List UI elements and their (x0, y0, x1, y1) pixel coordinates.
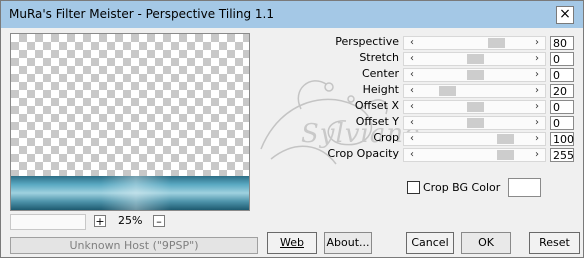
zoom-track[interactable] (10, 214, 86, 230)
slider-thumb[interactable] (497, 150, 514, 160)
crop-opacity-slider[interactable]: ‹ › (403, 148, 546, 162)
slider-left-arrow-icon[interactable]: ‹ (410, 37, 414, 49)
center-label: Center (361, 67, 399, 80)
crop-slider[interactable]: ‹ › (403, 132, 546, 146)
stretch-value-field[interactable]: 0 (550, 52, 574, 66)
perspective-slider[interactable]: ‹ › (403, 36, 546, 50)
center-value-field[interactable]: 0 (550, 68, 574, 82)
slider-thumb[interactable] (467, 54, 484, 64)
reset-button[interactable]: Reset (529, 232, 580, 254)
crop-label: Crop (373, 131, 399, 144)
slider-left-arrow-icon[interactable]: ‹ (410, 149, 414, 161)
slider-left-arrow-icon[interactable]: ‹ (410, 101, 414, 113)
zoom-level: 25% (118, 214, 143, 227)
slider-thumb[interactable] (488, 38, 505, 48)
offset-x-label: Offset X (354, 99, 399, 112)
host-status: Unknown Host ("9PSP") (10, 237, 258, 254)
offset-y-slider[interactable]: ‹ › (403, 116, 546, 130)
zoom-in-button[interactable]: + (94, 215, 106, 227)
crop-opacity-value-field[interactable]: 255 (550, 148, 574, 162)
tiled-preview-image (11, 176, 249, 210)
slider-thumb[interactable] (467, 70, 484, 80)
slider-right-arrow-icon[interactable]: › (535, 133, 539, 145)
plugin-window: MuRa's Filter Meister - Perspective Tili… (0, 0, 584, 258)
slider-left-arrow-icon[interactable]: ‹ (410, 85, 414, 97)
stretch-slider[interactable]: ‹ › (403, 52, 546, 66)
height-value-field[interactable]: 20 (550, 84, 574, 98)
ok-button[interactable]: OK (461, 232, 511, 254)
offset-y-value-field[interactable]: 0 (550, 116, 574, 130)
about-button[interactable]: About... (324, 232, 372, 254)
slider-right-arrow-icon[interactable]: › (535, 69, 539, 81)
slider-right-arrow-icon[interactable]: › (535, 101, 539, 113)
slider-right-arrow-icon[interactable]: › (535, 117, 539, 129)
cancel-button[interactable]: Cancel (406, 232, 454, 254)
perspective-label: Perspective (335, 35, 399, 48)
zoom-out-button[interactable]: – (153, 215, 165, 227)
crop-bg-color-label: Crop BG Color (423, 181, 501, 194)
slider-right-arrow-icon[interactable]: › (535, 53, 539, 65)
offset-x-slider[interactable]: ‹ › (403, 100, 546, 114)
height-label: Height (362, 83, 399, 96)
web-button[interactable]: Web (267, 232, 317, 254)
crop-value-field[interactable]: 100 (550, 132, 574, 146)
slider-left-arrow-icon[interactable]: ‹ (410, 117, 414, 129)
stretch-label: Stretch (359, 51, 399, 64)
slider-left-arrow-icon[interactable]: ‹ (410, 69, 414, 81)
crop-bg-color-swatch[interactable] (508, 178, 541, 197)
slider-thumb[interactable] (467, 118, 484, 128)
crop-bg-color-checkbox[interactable] (407, 181, 420, 194)
center-slider[interactable]: ‹ › (403, 68, 546, 82)
slider-left-arrow-icon[interactable]: ‹ (410, 53, 414, 65)
height-slider[interactable]: ‹ › (403, 84, 546, 98)
crop-opacity-label: Crop Opacity (327, 147, 399, 160)
preview-canvas[interactable] (10, 33, 250, 211)
close-button[interactable]: × (556, 6, 574, 24)
slider-left-arrow-icon[interactable]: ‹ (410, 133, 414, 145)
slider-right-arrow-icon[interactable]: › (535, 149, 539, 161)
slider-right-arrow-icon[interactable]: › (535, 85, 539, 97)
perspective-value-field[interactable]: 80 (550, 36, 574, 50)
title-bar: MuRa's Filter Meister - Perspective Tili… (1, 1, 583, 28)
slider-thumb[interactable] (467, 102, 484, 112)
slider-thumb[interactable] (497, 134, 514, 144)
offset-x-value-field[interactable]: 0 (550, 100, 574, 114)
slider-thumb[interactable] (439, 86, 456, 96)
window-title: MuRa's Filter Meister - Perspective Tili… (9, 7, 274, 21)
slider-right-arrow-icon[interactable]: › (535, 37, 539, 49)
offset-y-label: Offset Y (355, 115, 399, 128)
